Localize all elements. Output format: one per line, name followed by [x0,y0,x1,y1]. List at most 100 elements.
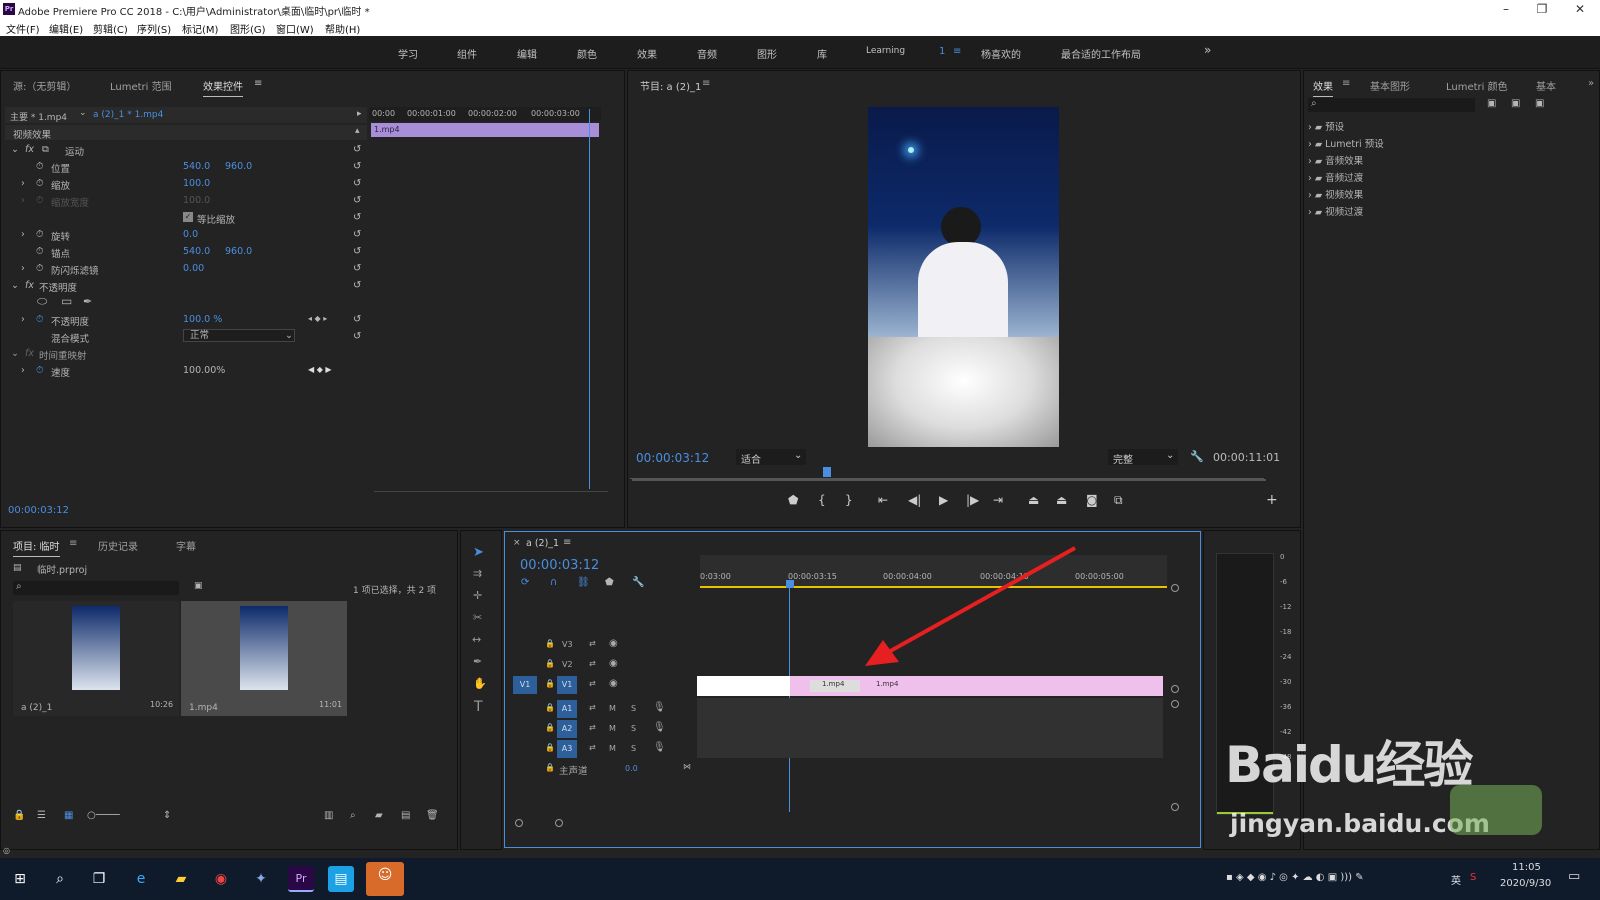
effect-row-scale[interactable]: › ⏱ 缩放 100.0 ↺ [5,175,367,192]
hamburger-icon[interactable]: ≡ [953,46,961,57]
pen-tool-icon[interactable]: ✒ [473,655,482,668]
panel-menu-icon[interactable]: ≡ [563,537,571,548]
workspace-graphics[interactable]: 图形 [757,46,777,61]
extract-icon[interactable]: ⏏ [1056,493,1067,507]
search-icon[interactable]: ⌕ [47,866,73,892]
track-select-tool-icon[interactable]: ⇉ [473,567,482,580]
restore-icon[interactable]: ❐ [1524,0,1560,19]
panel-menu-icon[interactable]: ≡ [1342,78,1350,89]
rectangle-mask-icon[interactable]: ▭ [61,294,72,308]
go-to-in-icon[interactable]: ⇤ [878,493,888,507]
timeline-clip[interactable]: 1.mp4 1.mp4 [790,676,1163,696]
tab-history[interactable]: 历史记录 [98,538,138,553]
mic-icon[interactable]: 🎙 [653,722,666,733]
effect-row-uniform-scale[interactable]: ✓ 等比缩放 ↺ [5,209,367,226]
lift-icon[interactable]: ⏏ [1028,493,1039,507]
eye-icon[interactable]: ◉ [609,678,618,689]
sync-lock-icon[interactable]: ⇄ [589,679,596,688]
reset-icon[interactable]: ↺ [353,161,361,172]
solo-icon[interactable]: S [631,704,636,713]
stopwatch-icon[interactable]: ⏱ [36,161,43,172]
mic-icon[interactable]: 🎙 [653,742,666,753]
anchor-x[interactable]: 540.0 [183,246,210,257]
new-bin-icon[interactable]: ▣ [194,581,203,591]
add-button-icon[interactable]: + [1266,492,1278,508]
effect-row-opacity[interactable]: › ⏱ 不透明度 100.0 % ◂ ◆ ▸ ↺ [5,311,367,328]
chrome-icon[interactable]: ◉ [208,866,234,892]
lock-icon[interactable]: 🔒 [545,723,555,732]
app-icon[interactable]: ✦ [248,866,274,892]
project-item[interactable]: 1.mp4 11:01 [181,601,347,716]
find-icon[interactable]: ⌕ [350,810,356,821]
lock-icon[interactable]: 🔒 [545,659,555,668]
ec-timecode[interactable]: 00:00:03:12 [8,505,69,516]
compare-icon[interactable]: ⧉ [1114,493,1123,508]
tab-source[interactable]: 源:（无剪辑） [13,78,76,93]
menu-edit[interactable]: 编辑(E) [49,21,83,36]
type-tool-icon[interactable]: T [474,699,483,715]
accelerated-icon[interactable]: ▣ [1487,98,1496,109]
effect-row-motion[interactable]: ⌄ fx ⧉ 运动 ↺ [5,141,367,158]
effect-row-blend[interactable]: 混合模式 正常 ⌄ ↺ [5,328,367,345]
workspace-custom[interactable]: 杨喜欢的 [981,46,1021,61]
mute-icon[interactable]: M [609,724,616,733]
step-forward-icon[interactable]: |▶ [966,493,979,507]
ec-playhead[interactable] [589,109,590,489]
sort-icon[interactable]: ⇕ [163,810,171,821]
ec-time-ruler[interactable]: 00:00 00:00:01:00 00:00:02:00 00:00:03:0… [369,107,601,121]
mic-icon[interactable]: 🎙 [653,702,666,713]
track-v3[interactable]: 🔒 V3 ⇄ ◉ [505,636,695,656]
list-view-icon[interactable]: ☰ [37,810,46,821]
play-only-icon[interactable]: ▸ [357,109,362,119]
speed-value[interactable]: 100.00% [183,365,225,376]
app-tray-icon[interactable]: S [1470,872,1476,883]
lock-icon[interactable]: 🔒 [545,639,555,648]
track-name[interactable]: A1 [557,700,577,718]
effect-row-time-remap[interactable]: ⌄ fx 时间重映射 [5,345,367,362]
workspace-learn[interactable]: 学习 [398,46,418,61]
track-a2[interactable]: 🔒 A2 ⇄ M S 🎙 [505,720,695,740]
sync-lock-icon[interactable]: ⇄ [589,639,596,648]
keyframe-nav-icon[interactable]: ◀ ◆ ▶ [308,365,332,374]
eye-icon[interactable]: ◉ [609,658,618,669]
bowtie-icon[interactable]: ⋈ [683,762,691,771]
quality-select[interactable]: 完整 ⌄ [1108,449,1178,466]
tab-captions[interactable]: 字幕 [176,538,196,553]
source-patch[interactable]: V1 [513,676,537,694]
automate-icon[interactable]: ▥ [324,810,333,821]
lock-icon[interactable]: 🔒 [13,810,25,821]
reset-icon[interactable]: ↺ [353,280,361,291]
ime-indicator[interactable]: 英 [1451,872,1461,887]
sequence-tab[interactable]: a (2)_1 [526,538,559,549]
scale-value[interactable]: 100.0 [183,178,210,189]
menu-clip[interactable]: 剪辑(C) [93,21,128,36]
folder-lumetri-presets[interactable]: › ▰ Lumetri 预设 [1308,136,1384,150]
program-ruler[interactable] [630,467,1264,479]
folder-audio-effects[interactable]: › ▰ 音频效果 [1308,153,1363,167]
tray-icons[interactable]: ▪ ◈ ◆ ◉ ♪ ◎ ✦ ☁ ◐ ▣ ))) ✎ [1226,872,1364,883]
sync-lock-icon[interactable]: ⇄ [589,743,596,752]
workspace-effects[interactable]: 效果 [637,46,657,61]
notification-icon[interactable]: ▭ [1568,869,1580,884]
project-item[interactable]: a (2)_1 10:26 [13,601,179,716]
razor-tool-icon[interactable]: ✂ [473,611,482,624]
track-name[interactable]: V1 [557,676,577,694]
selection-tool-icon[interactable]: ➤ [473,545,484,560]
master-clip[interactable]: 主要 * 1.mp4 [10,110,67,123]
uniform-scale-checkbox[interactable]: ✓ [183,212,193,222]
new-item-icon[interactable]: ▤ [401,810,410,821]
close-icon[interactable]: × [513,538,521,548]
file-explorer-icon[interactable]: ▰ [168,866,194,892]
track-a1[interactable]: 🔒 A1 ⇄ M S 🎙 [505,700,695,720]
stopwatch-icon[interactable]: ⏱ [36,314,43,325]
clock-date[interactable]: 2020/9/30 [1500,878,1551,889]
step-back-icon[interactable]: ◀| [908,493,921,507]
reset-icon[interactable]: ↺ [353,195,361,206]
timeline-playhead[interactable] [789,580,790,812]
nest-icon[interactable]: ⟳ [521,577,529,588]
sequence-clip[interactable]: a (2)_1 * 1.mp4 [93,110,163,120]
program-playhead[interactable] [823,467,831,477]
stopwatch-icon[interactable]: ⏱ [36,365,43,376]
solo-icon[interactable]: S [631,724,636,733]
reset-icon[interactable]: ↺ [353,314,361,325]
